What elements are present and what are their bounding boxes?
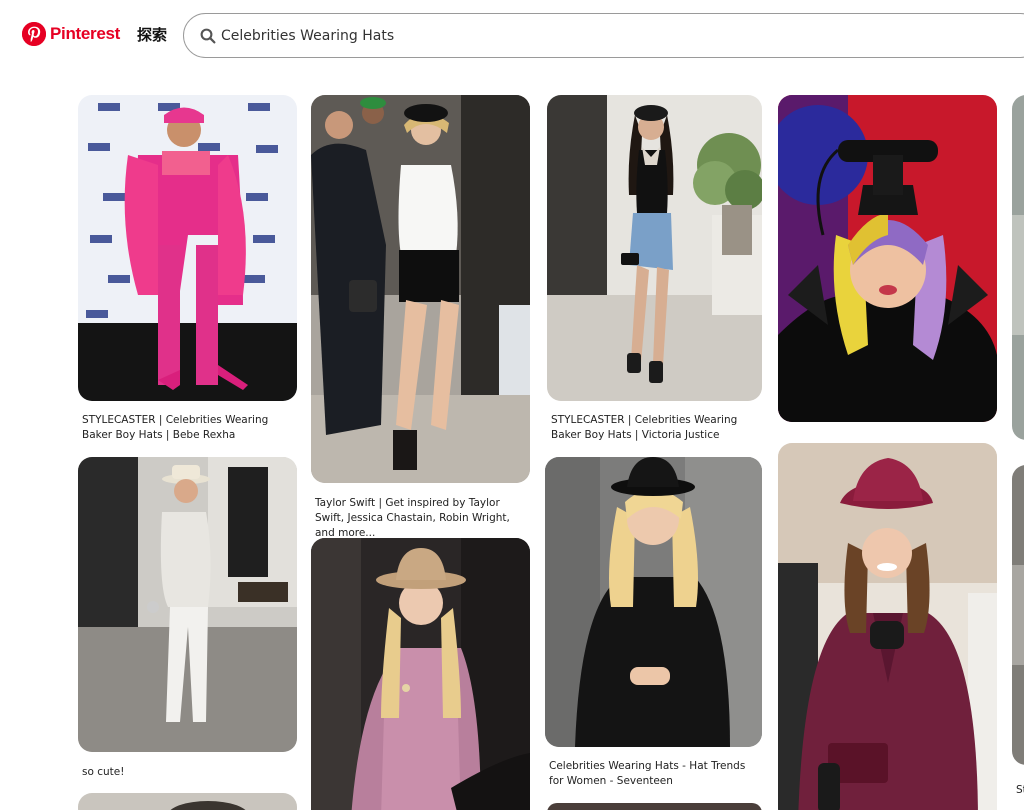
pin-image[interactable] [778,95,997,422]
pin-image[interactable] [311,538,530,810]
pin-card[interactable] [311,538,530,810]
pin-card[interactable]: Taylor Swift | Get inspired by Taylor Sw… [311,95,530,539]
pinterest-logo[interactable]: Pinterest [22,22,120,46]
pin-card[interactable]: STYLECASTER | Celebrities Wearing Baker … [78,95,297,445]
pin-card[interactable]: Celebrities Wearing Hats - Hat Trends fo… [545,457,762,792]
pin-image[interactable] [78,457,297,752]
pin-card[interactable] [778,443,997,810]
pin-caption: Taylor Swift | Get inspired by Taylor Sw… [315,497,510,539]
search-input[interactable] [221,22,1001,50]
pin-image[interactable] [311,95,530,483]
pin-card[interactable] [1012,95,1024,440]
pin-image[interactable] [78,793,297,810]
pin-caption: STYLECASTER | Celebrities Wearing Baker … [82,414,269,441]
top-bar: Pinterest 探索 [0,0,1024,74]
pin-card[interactable] [78,793,297,810]
pin-image[interactable] [78,95,297,401]
pin-image[interactable] [1012,95,1024,440]
pin-image[interactable] [547,95,762,401]
pin-card[interactable]: STYLECASTER | Celebrities Wearing Baker … [547,95,762,445]
pin-image[interactable] [547,803,762,810]
pin-caption: St... Ba... [1016,784,1024,796]
pin-caption: STYLECASTER | Celebrities Wearing Baker … [551,414,738,441]
pin-caption: so cute! [82,766,125,778]
pinterest-logo-icon [22,22,46,46]
search-bar[interactable] [183,13,1024,58]
pin-image[interactable] [545,457,762,747]
search-icon [200,28,216,44]
pin-card[interactable] [778,95,997,422]
explore-link[interactable]: 探索 [137,24,167,45]
pin-image[interactable] [1012,465,1024,765]
pinterest-wordmark: Pinterest [50,24,121,43]
pin-card[interactable] [547,803,762,810]
pin-card[interactable]: St... Ba... [1012,465,1024,810]
pin-card[interactable]: so cute! [78,457,297,787]
pin-image[interactable] [778,443,997,810]
pin-caption: Celebrities Wearing Hats - Hat Trends fo… [549,760,746,787]
